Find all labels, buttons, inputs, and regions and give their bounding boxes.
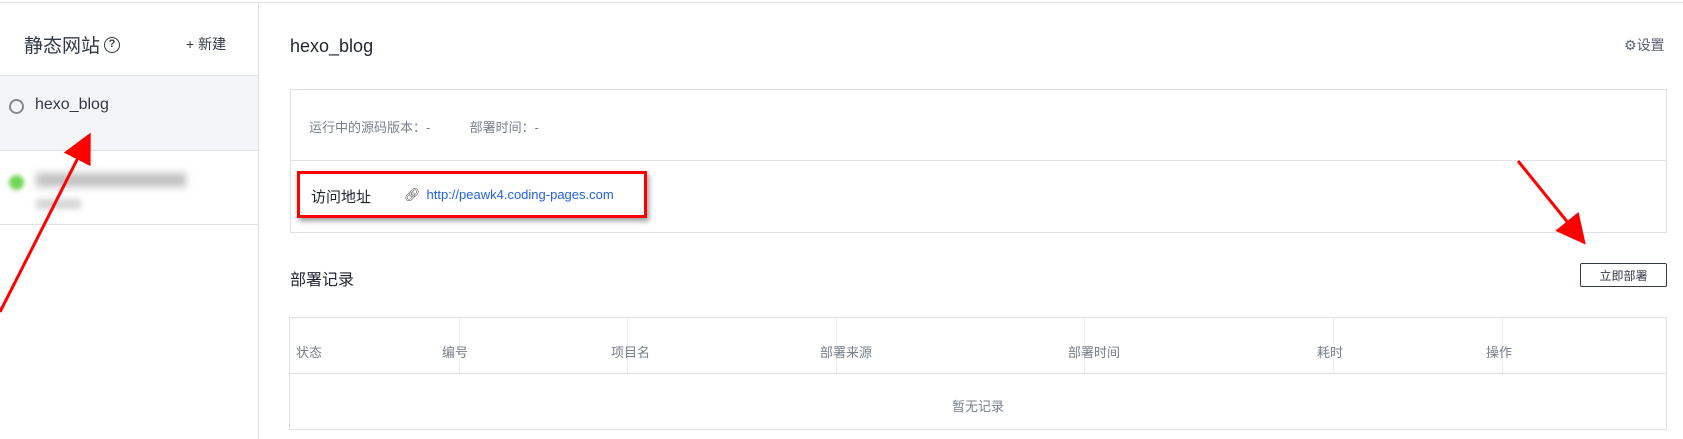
annotation-arrow-deploy [1516,160,1586,245]
annotation-arrow-sidebar [0,132,91,313]
annotation-arrows [0,132,1586,313]
